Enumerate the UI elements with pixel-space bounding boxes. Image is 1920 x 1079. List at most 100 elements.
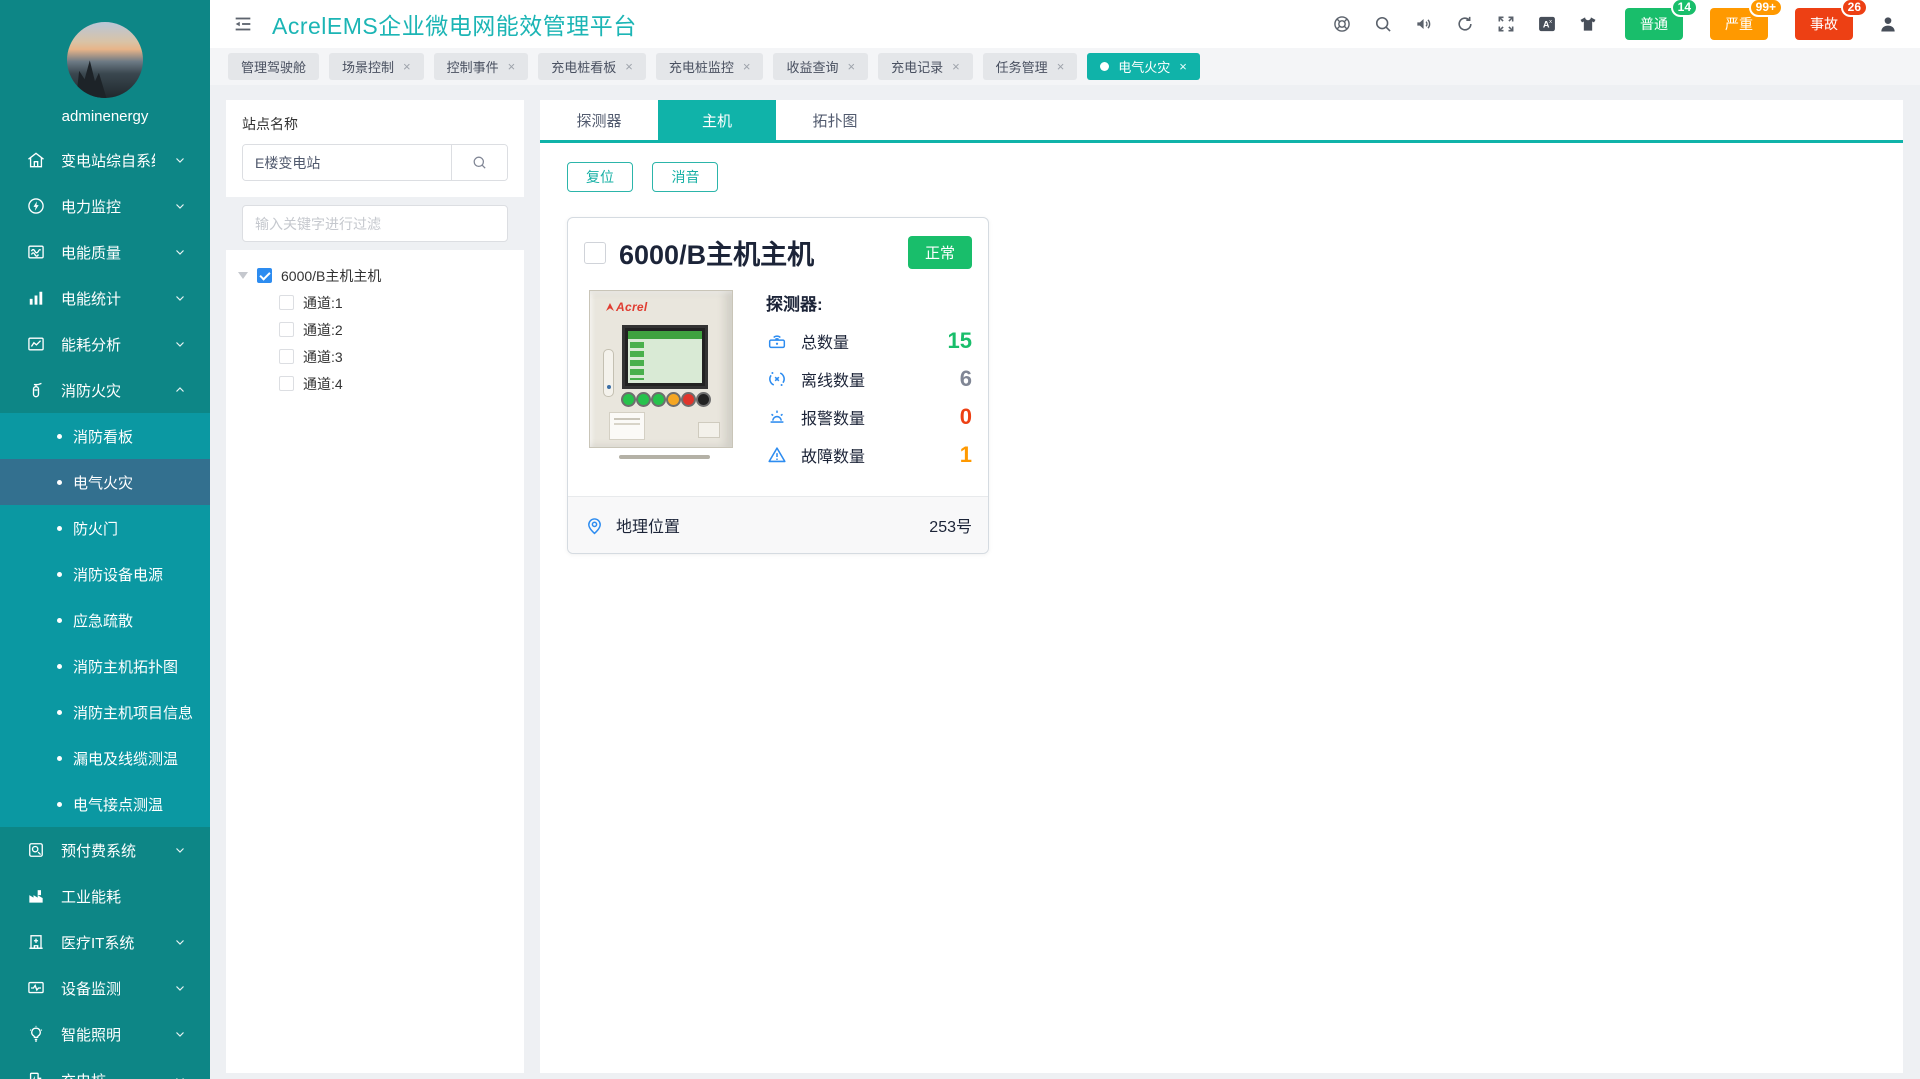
alarm-accident-count-badge: 26 [1841,0,1868,17]
sidebar-item-fire-equipment-power[interactable]: 消防设备电源 [0,551,210,597]
tree-channel-checkbox[interactable] [279,295,294,310]
sidebar-item-medical-it[interactable]: 医疗IT系统 [0,919,210,965]
search-icon[interactable] [1373,14,1393,34]
sidebar-item-fire-host-project-info[interactable]: 消防主机项目信息 [0,689,210,735]
site-search-input[interactable] [243,145,451,180]
refresh-icon[interactable] [1455,14,1475,34]
stat-row-total: 总数量 15 [766,328,972,354]
tab-charging-dashboard[interactable]: 充电桩看板 [538,53,646,80]
aperture-icon[interactable] [1332,14,1352,34]
offline-icon [766,368,788,390]
tab-charging-monitor[interactable]: 充电桩监控 [656,53,764,80]
sidebar-item-charging-pile[interactable]: 充电桩 [0,1057,210,1079]
tab-control-events[interactable]: 控制事件 [434,53,529,80]
fire-safety-submenu: 消防看板 电气火灾 防火门 消防设备电源 应急疏散 消防主机拓扑图 消防主机项目… [0,413,210,827]
device-label [698,422,720,438]
tree-root-checkbox[interactable] [257,268,272,283]
avatar[interactable] [67,22,143,98]
sidebar-item-smart-lighting[interactable]: 智能照明 [0,1011,210,1057]
theme-shirt-icon[interactable] [1578,14,1598,34]
tab-task-management[interactable]: 任务管理 [983,53,1078,80]
sidebar: adminenergy 变电站综自系统 电力监控 电能质量 电能统计 能耗分析 [0,0,210,1079]
tree-channel-checkbox[interactable] [279,349,294,364]
translate-icon[interactable]: Ax [1537,14,1557,34]
tab-revenue-query[interactable]: 收益查询 [773,53,868,80]
sidebar-item-device-monitoring[interactable]: 设备监测 [0,965,210,1011]
close-icon[interactable] [625,60,633,73]
tab-detectors[interactable]: 探测器 [540,100,658,140]
mute-button[interactable]: 消音 [652,162,718,192]
tab-electrical-fire[interactable]: 电气火灾 [1087,53,1200,80]
sidebar-item-fire-host-topology[interactable]: 消防主机拓扑图 [0,643,210,689]
search-icon [471,154,488,171]
sidebar-item-energy-analysis[interactable]: 能耗分析 [0,321,210,367]
sidebar-item-fire-door[interactable]: 防火门 [0,505,210,551]
close-icon[interactable] [508,60,516,73]
tree-channel-row[interactable]: 通道:2 [238,316,516,343]
sidebar-item-fire-dashboard[interactable]: 消防看板 [0,413,210,459]
device-caption [619,455,711,459]
sidebar-item-power-monitor[interactable]: 电力监控 [0,183,210,229]
stat-value-offline: 6 [960,366,972,392]
sidebar-item-substation[interactable]: 变电站综自系统 [0,137,210,183]
sidebar-item-power-stats[interactable]: 电能统计 [0,275,210,321]
fullscreen-icon[interactable] [1496,14,1516,34]
tree-channel-checkbox[interactable] [279,322,294,337]
sidebar-item-fire-safety[interactable]: 消防火灾 [0,367,210,413]
sidebar-item-electrical-fire[interactable]: 电气火灾 [0,459,210,505]
tab-charging-records[interactable]: 充电记录 [878,53,973,80]
chevron-down-icon [170,1028,190,1040]
host-card: 6000/B主机主机 正常 Acrel [567,217,989,554]
bullet-icon [57,526,62,531]
sidebar-item-emergency-evacuation[interactable]: 应急疏散 [0,597,210,643]
fault-icon [766,444,788,466]
tree-root-row[interactable]: 6000/B主机主机 [238,262,516,289]
user-icon[interactable] [1878,14,1898,34]
chevron-down-icon [170,844,190,856]
tree-channel-row[interactable]: 通道:1 [238,289,516,316]
volume-icon[interactable] [1414,14,1434,34]
sidebar-item-industrial-energy[interactable]: 工业能耗 [0,873,210,919]
chevron-down-icon [170,200,190,212]
alarm-severe-button[interactable]: 严重 99+ [1710,8,1768,40]
close-icon[interactable] [403,60,411,73]
close-icon[interactable] [743,60,751,73]
chevron-down-icon [170,1074,190,1079]
tab-scene-control[interactable]: 场景控制 [329,53,424,80]
tree-root-label: 6000/B主机主机 [281,266,381,286]
close-icon[interactable] [1057,60,1065,73]
sidebar-item-power-quality[interactable]: 电能质量 [0,229,210,275]
tree-expand-caret-icon[interactable] [238,272,248,279]
close-icon[interactable] [952,60,960,73]
tree-filter-input[interactable] [242,205,508,242]
alarm-normal-button[interactable]: 普通 14 [1625,8,1683,40]
sidebar-item-leakage-cable-temp[interactable]: 漏电及线缆测温 [0,735,210,781]
tab-topology[interactable]: 拓扑图 [776,100,894,140]
sidebar-item-electrical-contact-temp[interactable]: 电气接点测温 [0,781,210,827]
sidebar-item-prepaid-system[interactable]: 预付费系统 [0,827,210,873]
reset-button[interactable]: 复位 [567,162,633,192]
tab-management-cockpit[interactable]: 管理驾驶舱 [228,53,319,80]
close-icon[interactable] [847,60,855,73]
menu-collapse-icon[interactable] [232,13,254,35]
site-name-label: 站点名称 [242,114,508,134]
location-label: 地理位置 [616,513,918,537]
page-title: AcrelEMS企业微电网能效管理平台 [272,7,637,41]
stat-value-fault: 1 [960,442,972,468]
tree-channel-row[interactable]: 通道:3 [238,343,516,370]
line-chart-icon [26,334,46,354]
host-card-checkbox[interactable] [584,242,606,264]
alarm-icon [766,406,788,428]
host-card-title: 6000/B主机主机 [619,233,895,272]
alarm-accident-button[interactable]: 事故 26 [1795,8,1853,40]
site-search-button[interactable] [451,145,507,180]
power-quality-icon [26,242,46,262]
close-icon[interactable] [1179,60,1187,73]
lighting-icon [26,1024,46,1044]
device-screen [622,325,708,389]
tab-host[interactable]: 主机 [658,100,776,140]
tree-channel-checkbox[interactable] [279,376,294,391]
tree-channel-row[interactable]: 通道:4 [238,370,516,397]
chevron-down-icon [170,338,190,350]
svg-text:x: x [1549,19,1552,25]
